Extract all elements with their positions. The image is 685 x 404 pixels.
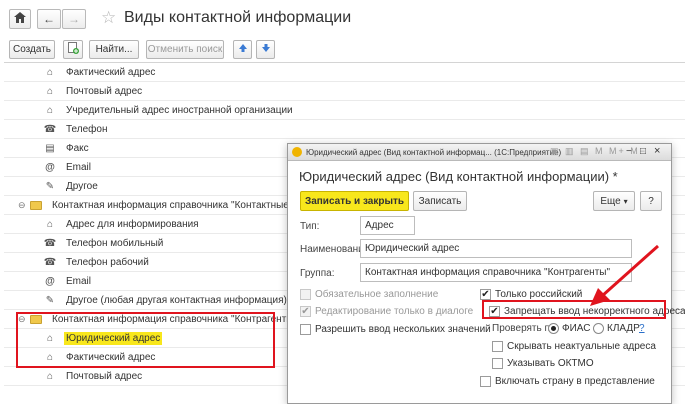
copy-add-icon — [67, 42, 79, 57]
favorite-star-icon[interactable]: ☆ — [101, 8, 116, 28]
kladr-label: КЛАДР — [607, 323, 640, 334]
close-icon[interactable]: × — [654, 145, 660, 157]
house-icon: ⌂ — [46, 85, 54, 97]
forward-button[interactable]: → — [62, 9, 86, 29]
hide-obsolete-label: Скрывать неактуальные адреса — [507, 341, 656, 352]
page-title: Виды контактной информации — [124, 9, 352, 26]
phone-icon: ☎ — [43, 237, 57, 249]
house-icon: ⌂ — [46, 104, 54, 116]
annotation-highlight-box — [16, 312, 275, 368]
only-russian-checkbox[interactable]: ✔ — [480, 289, 491, 300]
copy-button[interactable] — [63, 40, 83, 59]
move-up-button[interactable] — [233, 40, 252, 59]
dialog-titlebar[interactable]: Юридический адрес (Вид контактной информ… — [288, 144, 671, 161]
required-checkbox[interactable] — [300, 289, 311, 300]
save-close-button[interactable]: Записать и закрыть — [300, 191, 409, 211]
required-label: Обязательное заполнение — [315, 289, 439, 300]
edit-dialog-only-label: Редактирование только в диалоге — [315, 306, 474, 317]
fias-label: ФИАС — [562, 323, 591, 334]
list-item[interactable]: ⌂ Учредительный адрес иностранной органи… — [4, 101, 685, 120]
note-icon: ✎ — [45, 294, 55, 306]
allow-multiple-label: Разрешить ввод нескольких значений — [315, 324, 491, 335]
show-oktmo-label: Указывать ОКТМО — [507, 358, 594, 369]
fias-radio[interactable] — [548, 323, 559, 334]
edit-dialog-only-checkbox[interactable]: ✔ — [300, 306, 311, 317]
dialog-window-title: Юридический адрес (Вид контактной информ… — [306, 148, 562, 157]
more-button[interactable]: Еще ▾ — [593, 191, 635, 211]
at-icon: @ — [45, 161, 55, 173]
minimize-icon[interactable]: − — [626, 146, 632, 157]
move-down-button[interactable] — [256, 40, 275, 59]
type-label: Тип: — [300, 221, 320, 232]
at-icon: @ — [45, 275, 55, 287]
back-button[interactable]: ← — [37, 9, 61, 29]
arrow-right-icon: → — [68, 12, 80, 26]
include-country-label: Включать страну в представление — [495, 376, 655, 387]
collapse-icon[interactable]: ⊖ — [18, 200, 26, 211]
list-item[interactable]: ⌂ Почтовый адрес — [4, 82, 685, 101]
house-icon: ⌂ — [46, 218, 54, 230]
fax-icon: ▤ — [45, 142, 55, 154]
maximize-icon[interactable]: □ — [640, 146, 646, 157]
chevron-down-icon: ▾ — [623, 196, 628, 206]
type-field[interactable]: Адрес — [360, 216, 415, 235]
allow-multiple-checkbox[interactable] — [300, 324, 311, 335]
list-item[interactable]: ⌂ Фактический адрес — [4, 63, 685, 82]
dialog-title: Юридический адрес (Вид контактной информ… — [299, 169, 618, 184]
save-button[interactable]: Записать — [413, 191, 467, 211]
group-label: Группа: — [300, 268, 335, 279]
window-tool-icons: ▣ ▥ ▤ M M+ M− — [550, 146, 648, 156]
folder-icon — [30, 199, 42, 211]
include-country-checkbox[interactable] — [480, 376, 491, 387]
create-button[interactable]: Создать — [9, 40, 55, 59]
find-button[interactable]: Найти... — [89, 40, 139, 59]
cancel-search-button[interactable]: Отменить поиск — [146, 40, 224, 59]
home-icon — [14, 12, 26, 26]
kladr-radio[interactable] — [593, 323, 604, 334]
home-button[interactable] — [9, 9, 31, 29]
phone-icon: ☎ — [43, 123, 57, 135]
phone-icon: ☎ — [43, 256, 57, 268]
arrow-down-icon — [261, 43, 271, 56]
annotation-arrow-icon — [590, 244, 659, 306]
app-logo-icon — [292, 147, 302, 157]
hide-obsolete-checkbox[interactable] — [492, 341, 503, 352]
arrow-up-icon — [238, 43, 248, 56]
note-icon: ✎ — [45, 180, 55, 192]
house-icon: ⌂ — [46, 66, 54, 78]
help-button[interactable]: ? — [640, 191, 662, 211]
list-item[interactable]: ☎ Телефон — [4, 120, 685, 139]
kladr-help-link[interactable]: ? — [639, 323, 645, 334]
show-oktmo-checkbox[interactable] — [492, 358, 503, 369]
house-icon: ⌂ — [46, 370, 54, 382]
arrow-left-icon: ← — [43, 12, 55, 26]
